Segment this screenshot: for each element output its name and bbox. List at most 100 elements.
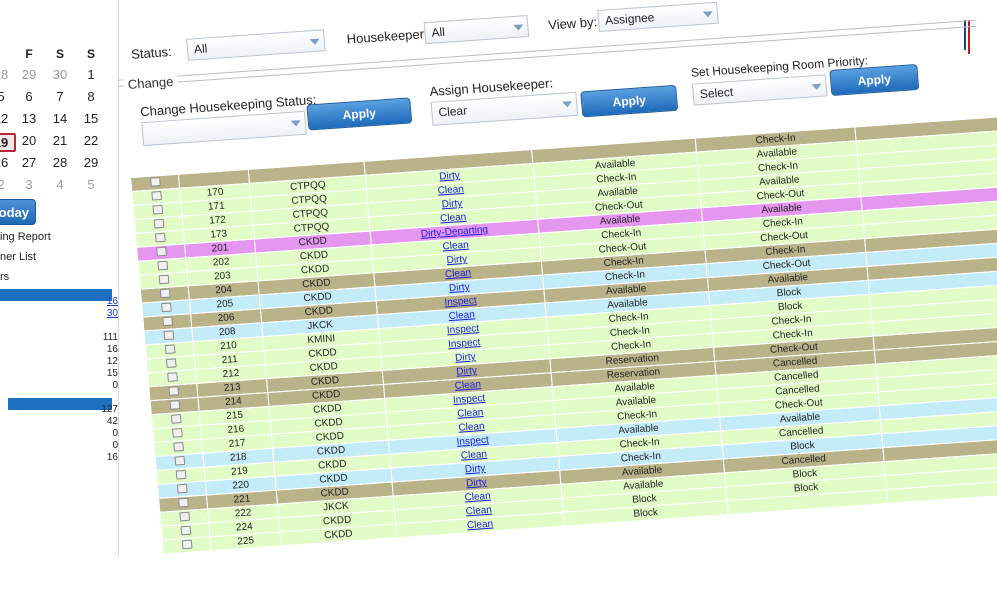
housekeeping-status-link[interactable]: Inspect [448,337,481,350]
housekeeping-status-link[interactable]: Dirty [464,463,485,475]
row-checkbox[interactable] [155,246,167,256]
calendar-day[interactable]: 22 [76,133,106,148]
apply-status-button[interactable]: Apply [306,97,413,131]
housekeeping-status-link[interactable]: Dirty [446,254,467,266]
room-type-cell: CKDD [304,305,334,319]
housekeeper-filter-select[interactable]: All [423,15,530,45]
housekeeping-status-link[interactable]: Clean [464,491,491,504]
calendar-day[interactable]: 29 [14,67,44,82]
housekeeping-status-link[interactable]: Clean [465,505,492,518]
room-type-cell: CKDD [322,514,352,528]
row-checkbox[interactable] [165,357,177,368]
apply-priority-button[interactable]: Apply [829,63,920,96]
housekeeping-status-link[interactable]: Clean [454,379,481,392]
day-header: S [55,47,64,61]
housekeeping-status-link[interactable]: Inspect [453,393,486,406]
row-checkbox[interactable] [162,329,174,340]
row-checkbox[interactable] [149,176,161,187]
sidebar-link-owner-list[interactable]: ner List [0,251,36,263]
row-checkbox[interactable] [166,371,178,382]
room-type-cell: CTPQQ [289,179,327,193]
calendar-day[interactable]: 15 [76,111,106,126]
room-type-cell: CKDD [323,528,354,542]
housekeeping-status-link[interactable]: Clean [437,184,464,197]
row-checkbox[interactable] [180,525,191,535]
calendar-day[interactable]: 21 [45,133,75,148]
housekeeping-status-link[interactable]: Clean [442,240,469,253]
count-link[interactable]: 30 [78,308,118,319]
row-checkbox[interactable] [173,455,185,466]
count-value: 16 [106,344,118,355]
status-filter-select[interactable]: All [186,29,326,61]
reservation-status-cell: Available [756,146,798,161]
count-value: 0 [112,380,118,391]
housekeeping-status-link[interactable]: Inspect [446,323,479,336]
housekeeping-status-link[interactable]: Clean [457,407,484,420]
calendar-day[interactable]: 3 [14,177,44,192]
reservation-status-cell: Block [789,439,816,453]
calendar-day[interactable]: 4 [45,177,75,192]
row-checkbox[interactable] [153,218,164,229]
housekeeping-status-link[interactable]: Dirty [439,170,460,182]
reservation-status-cell: Available [767,272,809,286]
row-checkbox[interactable] [159,288,171,298]
housekeeping-status-link[interactable]: Clean [440,212,467,225]
row-checkbox[interactable] [167,385,179,396]
reservation-status-cell: Check-In [755,132,797,147]
housekeeping-status-link[interactable]: Clean [448,309,475,322]
front-office-status-cell: Available [594,157,636,172]
sidebar-link-housekeeping-report[interactable]: ing Report [0,231,51,243]
calendar-day[interactable]: 20 [14,133,44,148]
row-checkbox[interactable] [160,302,172,312]
housekeeping-status-link[interactable]: Inspect [444,295,477,308]
row-checkbox[interactable] [176,483,188,494]
housekeeping-status-link[interactable]: Dirty [466,477,487,489]
viewby-select[interactable]: Assignee [597,1,719,33]
calendar-day[interactable]: 13 [14,111,44,126]
housekeeping-status-link[interactable]: Dirty [449,282,470,294]
row-checkbox[interactable] [178,511,190,521]
room-priority-select[interactable]: Select [691,74,828,106]
front-office-status-cell: Block [633,507,659,520]
room-number-cell: 218 [229,451,248,464]
row-checkbox[interactable] [158,274,169,284]
row-checkbox[interactable] [156,260,168,270]
calendar-day[interactable]: 29 [76,155,106,170]
today-button[interactable]: oday [0,199,36,225]
row-checkbox[interactable] [164,343,175,354]
calendar-day[interactable]: 1 [76,67,106,82]
row-checkbox[interactable] [175,469,186,480]
apply-assign-button[interactable]: Apply [580,84,679,118]
calendar-day[interactable]: 5 [76,177,106,192]
calendar-day[interactable]: 28 [45,155,75,170]
calendar-day[interactable]: 27 [14,155,44,170]
row-checkbox[interactable] [171,427,183,438]
row-checkbox[interactable] [151,204,163,215]
row-checkbox[interactable] [177,497,189,507]
room-number-cell: 210 [219,340,238,353]
row-checkbox[interactable] [169,399,180,410]
calendar-day[interactable]: 7 [45,89,75,104]
housekeeping-status-link[interactable]: Clean [467,519,494,532]
calendar-day[interactable]: 30 [45,67,75,82]
housekeeping-status-link[interactable]: Dirty [455,351,476,363]
row-checkbox[interactable] [154,232,166,242]
row-checkbox[interactable] [161,316,173,326]
room-number-cell: 206 [217,312,235,325]
sidebar-link-others[interactable]: rs [0,271,9,283]
row-checkbox[interactable] [172,441,184,452]
housekeeping-status-link[interactable]: Clean [460,449,487,462]
front-office-status-cell: Available [615,394,657,409]
housekeeping-status-link[interactable]: Inspect [456,435,489,448]
calendar-day[interactable]: 6 [14,89,44,104]
calendar-day[interactable]: 8 [76,89,106,104]
housekeeping-status-link[interactable]: Clean [458,421,485,434]
row-checkbox[interactable] [150,190,162,201]
calendar-day[interactable]: 14 [45,111,75,126]
count-link[interactable]: 16 [78,296,118,307]
housekeeping-status-link[interactable]: Dirty [456,365,477,377]
housekeeping-status-link[interactable]: Dirty [441,198,462,210]
row-checkbox[interactable] [170,413,182,424]
row-checkbox[interactable] [181,539,193,549]
housekeeping-status-link[interactable]: Clean [445,268,472,281]
